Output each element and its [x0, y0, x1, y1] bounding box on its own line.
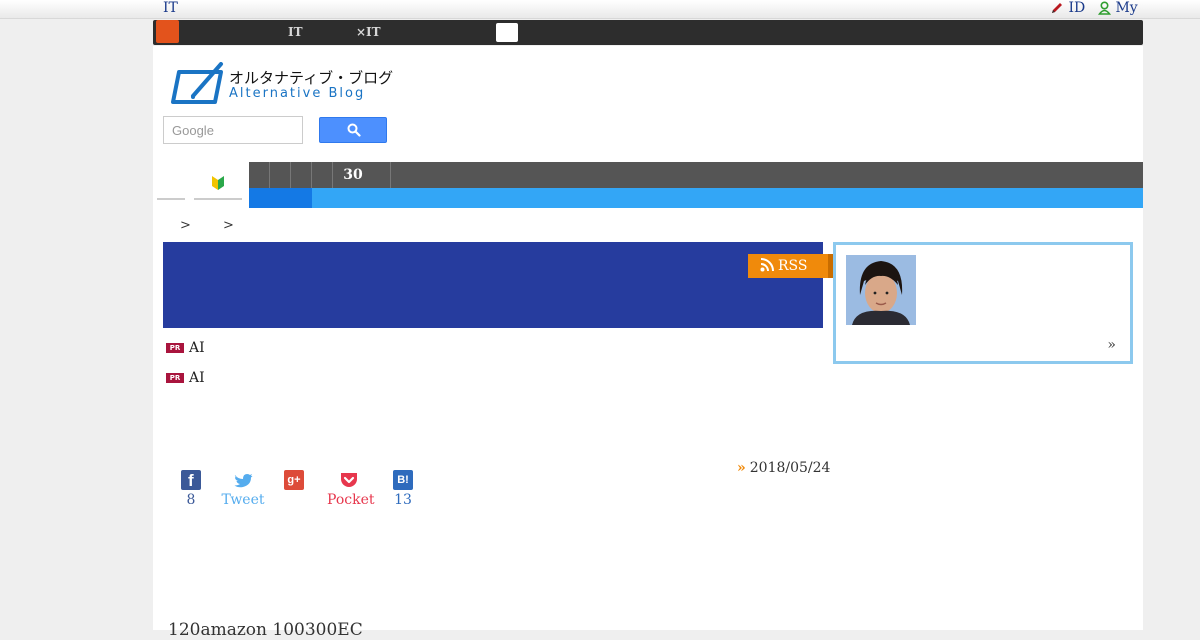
blog-tab-active[interactable]: [249, 188, 312, 208]
hatena-count: 13: [394, 492, 412, 508]
rss-button[interactable]: RSS: [748, 254, 833, 278]
breadcrumb-separator: >: [180, 218, 191, 233]
category-cell-4[interactable]: [312, 162, 333, 188]
twitter-bird-icon: [233, 470, 253, 490]
facebook-count: 8: [186, 492, 196, 508]
pr-item[interactable]: PR AI: [166, 370, 205, 386]
hatena-bookmark-icon: B!: [393, 470, 413, 490]
post-teaser-text: 120amazon 100300EC: [168, 620, 363, 640]
top-utility-bar: IT ID My: [0, 0, 1200, 19]
pencil-icon: [1052, 3, 1062, 13]
pr-text: AI: [189, 370, 205, 386]
google-plus-share-button[interactable]: g+: [283, 470, 305, 492]
search-icon: [347, 123, 361, 137]
category-cell-6[interactable]: [370, 162, 391, 188]
author-avatar[interactable]: [846, 255, 916, 325]
post-date-text: 2018/05/24: [749, 460, 831, 476]
author-profile-box: »: [833, 242, 1133, 364]
category-number[interactable]: 30: [337, 162, 369, 188]
nav-item-4[interactable]: ×IT: [356, 20, 381, 45]
global-nav: IT ×IT: [153, 20, 1143, 45]
profile-more-link[interactable]: »: [1107, 337, 1116, 353]
nav-item-current[interactable]: [496, 23, 518, 42]
blog-banner[interactable]: [163, 242, 823, 328]
rss-label: RSS: [778, 258, 808, 274]
post-date: » 2018/05/24: [737, 460, 830, 476]
sub-tab-1[interactable]: [157, 166, 185, 200]
beginner-mark-icon: [212, 176, 224, 190]
sub-tab-beginner[interactable]: [194, 166, 242, 200]
pocket-label: Pocket: [327, 492, 375, 508]
pocket-share-button[interactable]: Pocket: [327, 470, 375, 508]
logo-text-jp: オルタナティブ・ブログ: [229, 69, 394, 87]
google-search-button[interactable]: [319, 117, 387, 143]
pr-item[interactable]: PR AI: [166, 340, 205, 356]
author-portrait: [846, 255, 916, 325]
blog-tab-bar: [249, 188, 1143, 208]
facebook-share-button[interactable]: f 8: [177, 470, 205, 508]
rss-icon: [760, 258, 774, 272]
nav-home-marker[interactable]: [156, 20, 179, 43]
date-marker: »: [737, 460, 746, 476]
user-icon: [1098, 1, 1111, 15]
top-it-link[interactable]: IT: [163, 0, 178, 17]
breadcrumb-separator: >: [223, 218, 234, 233]
category-cell-2[interactable]: [270, 162, 291, 188]
my-page-label: My: [1115, 0, 1138, 16]
twitter-label: Tweet: [221, 492, 265, 508]
pocket-icon: [339, 470, 359, 490]
login-id-link[interactable]: ID: [1050, 0, 1085, 17]
category-bar: 30: [249, 162, 1143, 188]
main-page: オルタナティブ・ブログ Alternative Blog Google 30 >…: [153, 46, 1143, 640]
twitter-share-button[interactable]: Tweet: [221, 470, 265, 508]
google-plus-icon: g+: [284, 470, 304, 490]
nav-item-3[interactable]: IT: [288, 20, 303, 45]
logo-text-en: Alternative Blog: [229, 86, 366, 101]
category-cell-3[interactable]: [291, 162, 312, 188]
site-logo[interactable]: オルタナティブ・ブログ Alternative Blog: [169, 62, 393, 110]
category-cell-1[interactable]: [249, 162, 270, 188]
pr-badge: PR: [166, 373, 184, 383]
logo-mark-icon: [171, 62, 223, 104]
facebook-icon: f: [181, 470, 201, 490]
pr-badge: PR: [166, 343, 184, 353]
google-search-input[interactable]: Google: [163, 116, 303, 144]
my-page-link[interactable]: My: [1098, 0, 1138, 17]
hatena-bookmark-button[interactable]: B! 13: [391, 470, 415, 508]
pr-text: AI: [189, 340, 205, 356]
login-id-label: ID: [1068, 0, 1086, 16]
